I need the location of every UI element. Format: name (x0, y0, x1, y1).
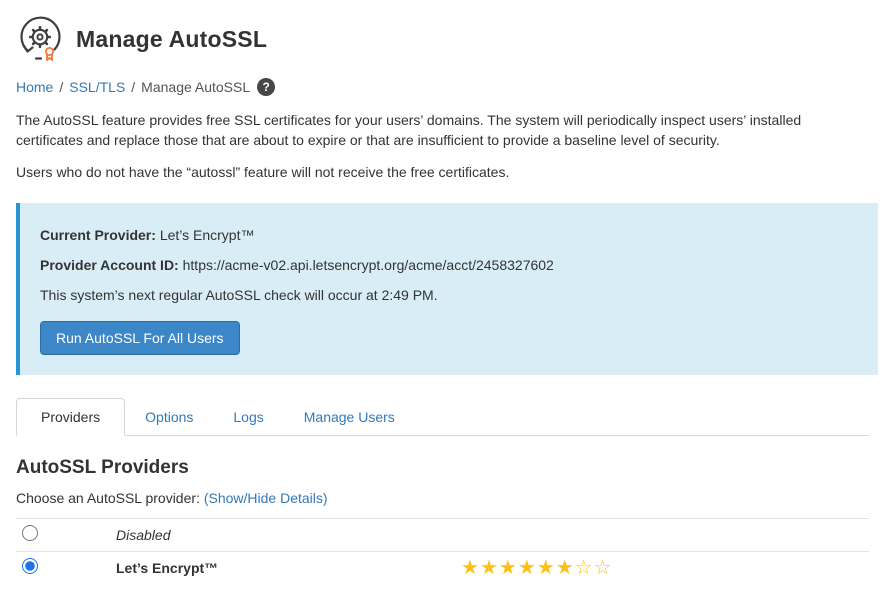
provider-radio-cell (16, 558, 116, 577)
tab-bar: Providers Options Logs Manage Users (16, 398, 869, 436)
breadcrumb-ssltls-link[interactable]: SSL/TLS (69, 79, 125, 95)
provider-name-disabled: Disabled (116, 527, 461, 543)
current-provider-value: Let’s Encrypt™ (160, 227, 255, 243)
star-empty-icon: ☆ (594, 557, 613, 579)
next-check-text: This system’s next regular AutoSSL check… (40, 285, 854, 305)
intro-paragraph-2: Users who do not have the “autossl” feat… (16, 163, 861, 183)
current-provider-line: Current Provider: Let’s Encrypt™ (40, 225, 854, 245)
provider-radio-disabled[interactable] (22, 525, 38, 541)
provider-account-id-line: Provider Account ID: https://acme-v02.ap… (40, 255, 854, 275)
star-filled-icon: ★ (518, 557, 537, 579)
provider-row-disabled: Disabled (16, 518, 869, 551)
choose-provider-label: Choose an AutoSSL provider: (16, 490, 200, 506)
star-filled-icon: ★ (461, 557, 480, 579)
run-autossl-button[interactable]: Run AutoSSL For All Users (40, 321, 240, 355)
provider-account-id-label: Provider Account ID: (40, 257, 179, 273)
tab-options[interactable]: Options (125, 398, 213, 436)
breadcrumb: Home / SSL/TLS / Manage AutoSSL ? (16, 78, 869, 96)
autossl-gear-refresh-icon (16, 14, 66, 64)
provider-account-id-value: https://acme-v02.api.letsencrypt.org/acm… (183, 257, 554, 273)
breadcrumb-separator: / (131, 79, 135, 95)
provider-rating-lets-encrypt: ★★★★★★☆☆ (461, 558, 869, 578)
breadcrumb-current-page: Manage AutoSSL (141, 79, 250, 95)
breadcrumb-separator: / (59, 79, 63, 95)
page-header: Manage AutoSSL (16, 13, 869, 65)
page-title: Manage AutoSSL (76, 26, 267, 53)
tab-manage-users[interactable]: Manage Users (284, 398, 415, 436)
provider-info-callout: Current Provider: Let’s Encrypt™ Provide… (16, 203, 878, 375)
star-filled-icon: ★ (537, 557, 556, 579)
help-icon[interactable]: ? (257, 78, 275, 96)
provider-radio-lets-encrypt[interactable] (22, 558, 38, 574)
provider-radio-cell (16, 525, 116, 544)
star-empty-icon: ☆ (575, 557, 594, 579)
star-filled-icon: ★ (556, 557, 575, 579)
star-filled-icon: ★ (480, 557, 499, 579)
breadcrumb-home-link[interactable]: Home (16, 79, 53, 95)
tab-logs[interactable]: Logs (213, 398, 283, 436)
manage-autossl-page: Manage AutoSSL Home / SSL/TLS / Manage A… (0, 0, 885, 584)
current-provider-label: Current Provider: (40, 227, 156, 243)
choose-provider-line: Choose an AutoSSL provider: (Show/Hide D… (16, 490, 869, 506)
show-hide-details-link[interactable]: (Show/Hide Details) (204, 490, 328, 506)
tab-providers[interactable]: Providers (16, 398, 125, 436)
intro-paragraph-1: The AutoSSL feature provides free SSL ce… (16, 111, 861, 150)
star-filled-icon: ★ (499, 557, 518, 579)
providers-section-heading: AutoSSL Providers (16, 457, 869, 479)
provider-row-lets-encrypt: Let’s Encrypt™ ★★★★★★☆☆ (16, 551, 869, 584)
provider-table: Disabled Let’s Encrypt™ ★★★★★★☆☆ (16, 518, 869, 584)
provider-name-lets-encrypt: Let’s Encrypt™ (116, 560, 461, 576)
